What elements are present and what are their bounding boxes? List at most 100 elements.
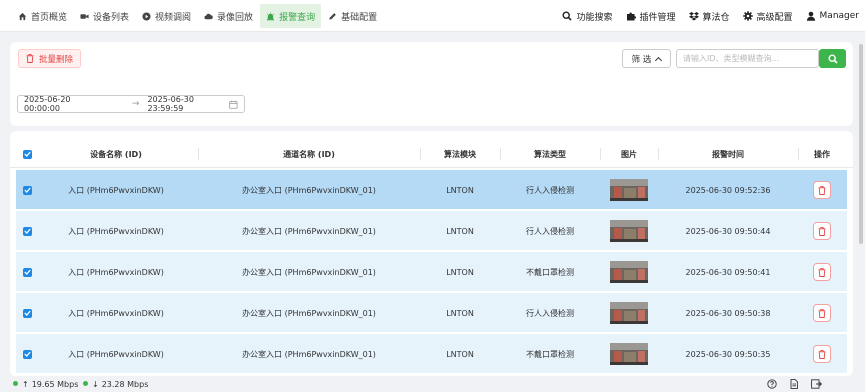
function-search-button[interactable]: 功能搜索: [562, 4, 613, 28]
filter-toggle-button[interactable]: 筛 选: [622, 49, 671, 68]
upload-status-dot: [13, 381, 18, 386]
channel-name-cell: 办公室入口 (PHm6PwvxinDKW_01): [242, 308, 376, 318]
document-icon[interactable]: [789, 379, 799, 389]
arrow-down-icon: ↓: [92, 379, 99, 389]
export-icon[interactable]: [811, 379, 822, 389]
image-cell: [600, 211, 658, 251]
trash-icon: [818, 185, 826, 195]
actions-cell: [798, 211, 846, 251]
table-row[interactable]: 入口 (PHm6PwvxinDKW) 办公室入口 (PHm6PwvxinDKW_0…: [16, 293, 847, 333]
algorithm-type-cell: 不戴口罩检测: [526, 267, 574, 277]
table-row[interactable]: 入口 (PHm6PwvxinDKW) 办公室入口 (PHm6PwvxinDKW_0…: [16, 334, 847, 374]
dropbox-icon: [688, 12, 699, 21]
trash-icon: [818, 308, 826, 318]
algorithm-module-cell: LNTON: [446, 308, 474, 318]
trash-icon: [818, 349, 826, 359]
algorithm-module-cell: LNTON: [446, 185, 474, 195]
header-divider-line: [10, 167, 853, 168]
nav-item-home[interactable]: 首页概览: [12, 4, 73, 28]
alarm-icon: [266, 11, 275, 20]
row-checkbox[interactable]: [22, 185, 32, 195]
cloud-icon: [204, 13, 213, 19]
user-icon: [806, 11, 815, 21]
nav-item-label: 首页概览: [31, 12, 68, 23]
upload-speed-value: 19.65 Mbps: [31, 379, 79, 389]
check-icon: [23, 228, 31, 234]
date-range-picker[interactable]: 2025-06-20 00:00:00 → 2025-06-30 23:59:5…: [17, 95, 245, 113]
row-checkbox[interactable]: [22, 267, 32, 277]
alarm-snapshot-thumbnail[interactable]: [610, 302, 648, 324]
algorithm-store-button[interactable]: 算法仓: [688, 4, 730, 28]
select-all-cell: [20, 144, 34, 164]
table-header: 设备名称 (ID) 通道名称 (ID) 算法模块 算法类型 图片 报警时间 操作: [10, 144, 853, 164]
user-menu[interactable]: Manager: [806, 4, 859, 28]
check-icon: [23, 187, 31, 193]
algorithm-type-cell: 不戴口罩检测: [526, 349, 574, 359]
channel-name-cell: 办公室入口 (PHm6PwvxinDKW_01): [242, 267, 376, 277]
nav-item-devices[interactable]: 设备列表: [74, 4, 135, 28]
edit-icon: [329, 12, 336, 20]
row-select-cell: [20, 211, 34, 251]
row-select-cell: [20, 293, 34, 333]
row-checkbox[interactable]: [22, 308, 32, 318]
delete-button[interactable]: [813, 181, 831, 199]
header-device[interactable]: 设备名称 (ID): [34, 144, 198, 164]
date-end[interactable]: 2025-06-30 23:59:59: [147, 95, 229, 113]
table-row[interactable]: 入口 (PHm6PwvxinDKW) 办公室入口 (PHm6PwvxinDKW_0…: [16, 170, 847, 210]
date-start[interactable]: 2025-06-20 00:00:00: [24, 95, 106, 113]
delete-button[interactable]: [813, 304, 831, 322]
table-row[interactable]: 入口 (PHm6PwvxinDKW) 办公室入口 (PHm6PwvxinDKW_0…: [16, 252, 847, 292]
row-checkbox[interactable]: [22, 349, 32, 359]
user-name: Manager: [819, 11, 859, 21]
advanced-config-button[interactable]: 高级配置: [742, 4, 793, 28]
delete-button[interactable]: [813, 263, 831, 281]
actions-cell: [798, 293, 846, 333]
row-select-cell: [20, 252, 34, 292]
image-cell: [600, 170, 658, 210]
help-icon[interactable]: [767, 379, 777, 389]
alarm-time-cell: 2025-06-30 09:50:41: [685, 267, 771, 277]
nav-item-playback[interactable]: 录像回放: [198, 4, 259, 28]
home-icon: [18, 12, 27, 20]
alarm-time-cell: 2025-06-30 09:52:36: [685, 185, 771, 195]
header-actions: 操作: [814, 149, 830, 159]
download-speed-value: 23.28 Mbps: [101, 379, 149, 389]
nav-item-config[interactable]: 基础配置: [322, 4, 383, 28]
top-navigation-bar: 首页概览 设备列表 视频调阅 录像回放 报警查询 基础配置 功能搜索 插件管理 …: [0, 0, 865, 32]
select-all-checkbox[interactable]: [22, 149, 32, 159]
nav-item-video[interactable]: 视频调阅: [136, 4, 197, 28]
search-input[interactable]: [676, 49, 819, 68]
alarm-snapshot-thumbnail[interactable]: [610, 261, 648, 283]
algorithm-store-label: 算法仓: [702, 12, 730, 23]
batch-delete-button[interactable]: 批量删除: [18, 49, 82, 68]
row-select-cell: [20, 334, 34, 374]
header-module[interactable]: 算法模块: [420, 144, 500, 164]
header-type[interactable]: 算法类型: [500, 144, 600, 164]
algorithm-module-cell: LNTON: [446, 267, 474, 277]
page-scrollbar[interactable]: [859, 44, 863, 244]
search-icon: [562, 11, 573, 21]
alarm-snapshot-thumbnail[interactable]: [610, 220, 648, 242]
alarm-snapshot-thumbnail[interactable]: [610, 343, 648, 365]
header-time[interactable]: 报警时间: [658, 144, 798, 164]
nav-item-alarm[interactable]: 报警查询: [260, 4, 322, 28]
row-checkbox[interactable]: [22, 226, 32, 236]
channel-name-cell: 办公室入口 (PHm6PwvxinDKW_01): [242, 185, 376, 195]
main-nav: 首页概览 设备列表 视频调阅 录像回放 报警查询 基础配置: [12, 4, 384, 28]
channel-name-cell: 办公室入口 (PHm6PwvxinDKW_01): [242, 226, 376, 236]
algorithm-module-cell: LNTON: [446, 349, 474, 359]
table-row[interactable]: 入口 (PHm6PwvxinDKW) 办公室入口 (PHm6PwvxinDKW_0…: [16, 211, 847, 251]
plugin-management-button[interactable]: 插件管理: [626, 4, 676, 28]
alarm-snapshot-thumbnail[interactable]: [610, 179, 648, 201]
header-channel[interactable]: 通道名称 (ID): [198, 144, 420, 164]
calendar-icon: [229, 100, 238, 109]
delete-button[interactable]: [813, 222, 831, 240]
channel-name-cell: 办公室入口 (PHm6PwvxinDKW_01): [242, 349, 376, 359]
check-icon: [23, 151, 31, 157]
batch-delete-label: 批量删除: [39, 54, 74, 65]
device-name-cell: 入口 (PHm6PwvxinDKW): [68, 349, 164, 359]
puzzle-icon: [626, 12, 636, 21]
delete-button[interactable]: [813, 345, 831, 363]
algorithm-module-cell: LNTON: [446, 226, 474, 236]
search-button[interactable]: [819, 49, 846, 68]
